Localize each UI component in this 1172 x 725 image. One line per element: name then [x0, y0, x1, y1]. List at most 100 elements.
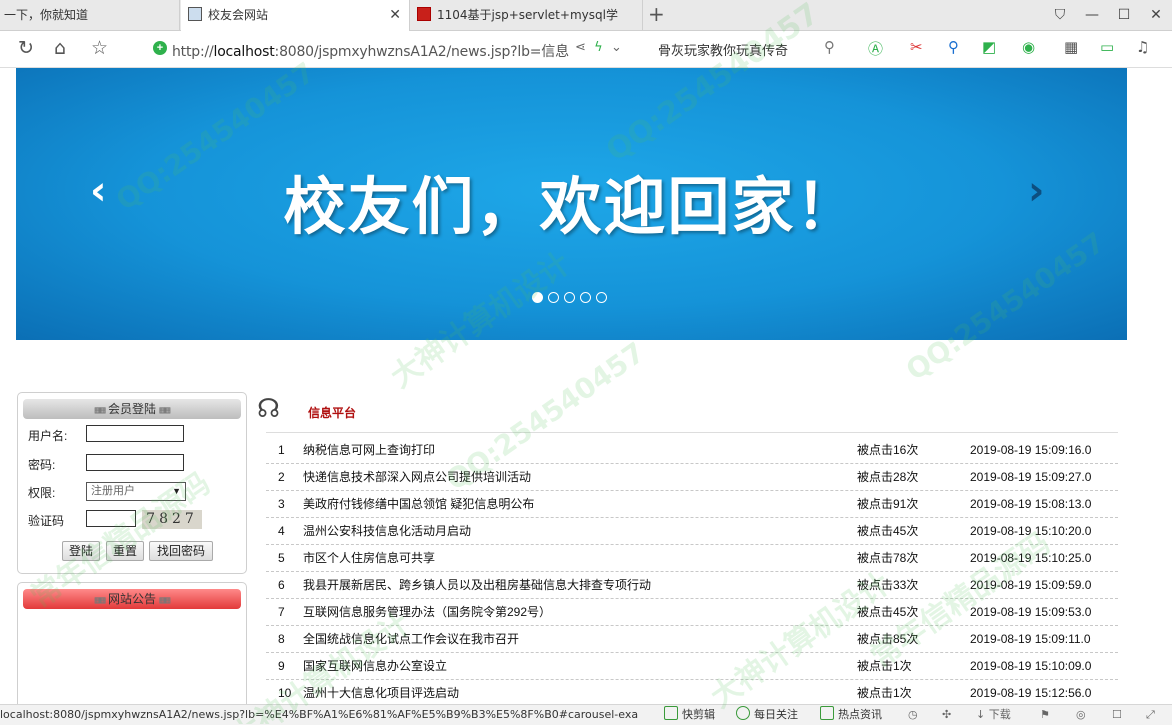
extension-icon[interactable]: ✣	[942, 705, 951, 725]
news-hit-count: 被点击33次	[857, 578, 919, 592]
news-hit-count: 被点击16次	[857, 443, 919, 457]
captcha-image[interactable]: 7827	[142, 510, 202, 529]
carousel-dot[interactable]	[580, 292, 591, 303]
gamepad-icon[interactable]: ◩	[982, 38, 996, 56]
news-title-link[interactable]: 温州公安科技信息化活动月启动	[303, 518, 471, 544]
login-panel-header: ▦▦ 会员登陆 ▦▦	[23, 399, 241, 419]
news-hit-count: 被点击85次	[857, 632, 919, 646]
news-number: 9	[278, 659, 285, 673]
grid-icon[interactable]: ▦	[1064, 38, 1078, 56]
news-title-link[interactable]: 全国统战信息化试点工作会议在我市召开	[303, 626, 519, 652]
news-row: 1 纳税信息可网上查询打印 被点击16次 2019-08-19 15:09:16.0	[266, 437, 1118, 464]
news-number: 7	[278, 605, 285, 619]
grid-icon: ▦▦	[159, 595, 170, 606]
captcha-input[interactable]	[86, 510, 136, 527]
translate-icon[interactable]: Ⓐ	[868, 38, 883, 59]
news-number: 3	[278, 497, 285, 511]
star-icon[interactable]: ☆	[91, 37, 108, 59]
refresh-icon[interactable]: ↻	[18, 37, 34, 59]
carousel-dot[interactable]	[564, 292, 575, 303]
window-icon[interactable]: ☐	[1112, 705, 1122, 725]
quick-edit-button[interactable]: 快剪辑	[664, 705, 715, 725]
tab-baidu[interactable]: 一下，你就知道	[0, 0, 180, 30]
login-button[interactable]: 登陆	[62, 541, 100, 561]
flag-icon[interactable]: ⚑	[1040, 705, 1050, 725]
headphones-icon[interactable]: ♫	[1136, 38, 1149, 56]
maximize-icon[interactable]: ☐	[1108, 0, 1140, 30]
dropdown-icon[interactable]: ⌄	[611, 40, 622, 55]
password-input[interactable]	[86, 454, 184, 471]
close-icon[interactable]: ✕	[1140, 0, 1172, 30]
status-url: localhost:8080/jspmxyhwznsA1A2/news.jsp?…	[0, 708, 639, 721]
news-title-link[interactable]: 互联网信息服务管理办法（国务院令第292号）	[303, 599, 551, 625]
news-row: 2 快递信息技术部深入网点公司提供培训活动 被点击28次 2019-08-19 15:…	[266, 464, 1118, 491]
news-number: 2	[278, 470, 285, 484]
scissors-icon[interactable]: ✂	[910, 38, 923, 56]
tab-label: 1104基于jsp+servlet+mysql学	[437, 8, 618, 22]
news-title-link[interactable]: 国家互联网信息办公室设立	[303, 653, 447, 679]
news-title-link[interactable]: 纳税信息可网上查询打印	[303, 437, 435, 463]
hot-news-button[interactable]: 热点资讯	[820, 705, 882, 725]
role-select-value: 注册用户	[91, 485, 135, 497]
news-timestamp: 2019-08-19 15:10:20.0	[970, 524, 1092, 538]
banner-carousel[interactable]: 校友们，欢迎回家！ ‹ ›	[16, 68, 1127, 340]
search-icon[interactable]: ⚲	[824, 38, 835, 56]
tab-label: 一下，你就知道	[4, 8, 89, 22]
role-select[interactable]: 注册用户 ▼	[86, 482, 186, 501]
tab-alumni-site[interactable]: 校友会网站 ✕	[181, 0, 410, 31]
notice-panel-header: ▦▦ 网站公告 ▦▦	[23, 589, 241, 609]
address-url[interactable]: http://localhost:8080/jspmxyhwznsA1A2/ne…	[172, 41, 569, 61]
login-panel-title: 会员登陆	[107, 402, 156, 416]
play-icon	[736, 706, 750, 720]
forgot-password-button[interactable]: 找回密码	[149, 541, 213, 561]
search-input[interactable]: 骨灰玩家教你玩真传奇	[658, 40, 788, 59]
news-title-link[interactable]: 我县开展新居民、跨乡镇人员以及出租房基础信息大排查专项行动	[303, 572, 651, 598]
lightning-icon[interactable]: ϟ	[594, 40, 603, 55]
news-timestamp: 2019-08-19 15:09:16.0	[970, 443, 1092, 457]
carousel-prev-button[interactable]: ‹	[90, 168, 106, 214]
close-tab-icon[interactable]: ✕	[389, 0, 401, 30]
reset-button[interactable]: 重置	[106, 541, 144, 561]
new-tab-button[interactable]: +	[648, 2, 665, 26]
shield-icon: +	[153, 41, 167, 55]
news-number: 1	[278, 443, 285, 457]
username-input[interactable]	[86, 425, 184, 442]
minimize-icon[interactable]: —	[1076, 0, 1108, 30]
tab-jsp-project[interactable]: 1104基于jsp+servlet+mysql学	[410, 0, 643, 30]
fullscreen-icon[interactable]: ⤢	[1146, 705, 1155, 725]
username-label: 用户名:	[28, 429, 68, 443]
browser-icon[interactable]: ◎	[1076, 705, 1086, 725]
magnifier-icon[interactable]: ⚲	[948, 38, 959, 56]
daily-focus-button[interactable]: 每日关注	[736, 705, 798, 725]
shirt-icon[interactable]: ⛉	[1044, 0, 1076, 30]
status-bar: localhost:8080/jspmxyhwznsA1A2/news.jsp?…	[0, 704, 1172, 725]
news-row: 8 全国统战信息化试点工作会议在我市召开 被点击85次 2019-08-19 15:0…	[266, 626, 1118, 653]
address-bar[interactable]: + http://localhost:8080/jspmxyhwznsA1A2/…	[150, 35, 640, 63]
news-row: 4 温州公安科技信息化活动月启动 被点击45次 2019-08-19 15:10:20…	[266, 518, 1118, 545]
news-section-title: 信息平台	[308, 406, 357, 420]
history-icon[interactable]: ◷	[908, 705, 918, 725]
news-number: 8	[278, 632, 285, 646]
news-number: 10	[278, 686, 292, 700]
news-title-link[interactable]: 温州十大信息化项目评选启动	[303, 680, 459, 706]
carousel-dot[interactable]	[596, 292, 607, 303]
news-title-link[interactable]: 市区个人住房信息可共享	[303, 545, 435, 571]
carousel-next-button[interactable]: ›	[1028, 168, 1044, 214]
share-icon[interactable]: ⋖	[575, 40, 586, 55]
news-hit-count: 被点击1次	[857, 686, 912, 700]
home-icon[interactable]: ⌂	[54, 37, 66, 59]
carousel-dot[interactable]	[548, 292, 559, 303]
page-favicon-icon	[188, 7, 202, 21]
scissors-icon	[664, 706, 678, 720]
news-timestamp: 2019-08-19 15:09:53.0	[970, 605, 1092, 619]
download-button[interactable]: ↓ 下载	[976, 705, 1011, 725]
news-row: 7 互联网信息服务管理办法（国务院令第292号） 被点击45次 2019-08-19 …	[266, 599, 1118, 626]
coin-icon[interactable]: ◉	[1022, 38, 1035, 56]
news-timestamp: 2019-08-19 15:12:56.0	[970, 686, 1092, 700]
carousel-dot[interactable]	[532, 292, 543, 303]
grid-icon: ▦▦	[159, 405, 170, 416]
news-title-link[interactable]: 美政府付钱修缮中国总领馆 疑犯信息明公布	[303, 491, 534, 517]
window-controls: ⛉ — ☐ ✕	[1044, 0, 1172, 30]
news-title-link[interactable]: 快递信息技术部深入网点公司提供培训活动	[303, 464, 531, 490]
news-timestamp: 2019-08-19 15:09:59.0	[970, 578, 1092, 592]
